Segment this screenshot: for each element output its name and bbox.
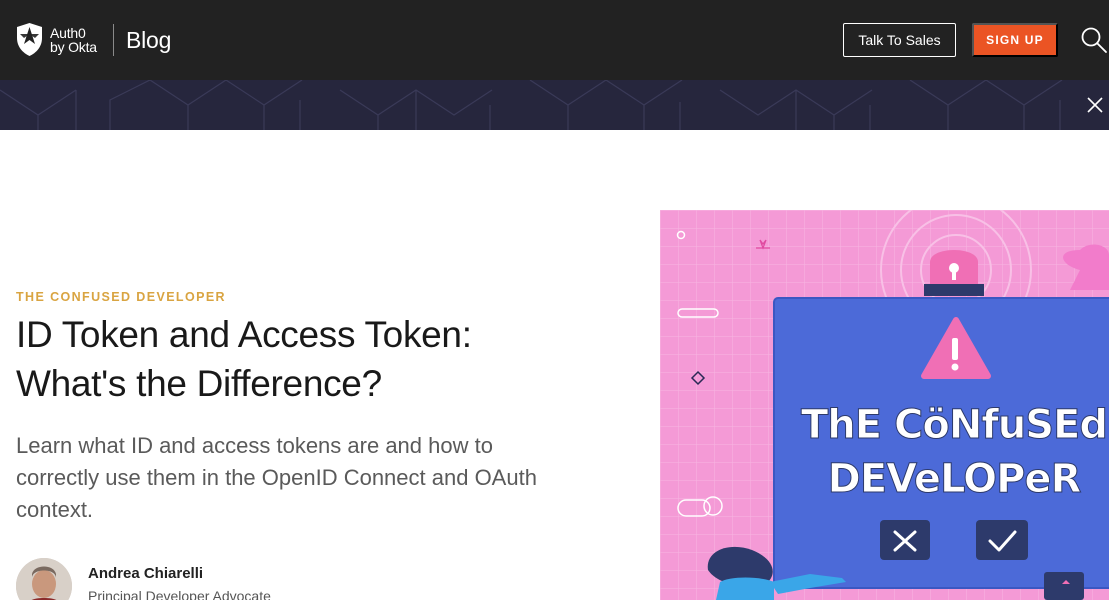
- hero-illustration: ThE CöNfuSEd DEVeLOPeR: [660, 210, 1109, 600]
- search-button[interactable]: [1080, 26, 1108, 54]
- logo-wordmark: Auth0 by Okta: [50, 26, 97, 54]
- article-title: ID Token and Access Token: What's the Di…: [16, 314, 472, 404]
- top-navigation: Auth0 by Okta Blog Talk To Sales SIGN UP: [0, 0, 1109, 80]
- hero-title-line-2: DEVeLOPeR: [828, 456, 1081, 502]
- banner-close-button[interactable]: [1085, 95, 1105, 115]
- close-icon: [1087, 97, 1103, 113]
- hero-title-line-1: ThE CöNfuSEd: [801, 402, 1107, 448]
- search-icon: [1081, 27, 1107, 53]
- author-avatar[interactable]: [16, 558, 72, 600]
- banner-pattern: [0, 80, 1063, 130]
- confused-developer-illustration: ThE CöNfuSEd DEVeLOPeR: [660, 210, 1109, 600]
- author-role: Principal Developer Advocate: [88, 588, 271, 600]
- author-photo: [16, 558, 72, 600]
- auth0-shield-icon: [17, 23, 42, 56]
- logo-line-2: by Okta: [50, 38, 97, 55]
- talk-to-sales-button[interactable]: Talk To Sales: [843, 23, 956, 57]
- blog-home-link[interactable]: Blog: [126, 27, 171, 54]
- sign-up-button[interactable]: SIGN UP: [972, 23, 1058, 57]
- logo-divider: [113, 24, 114, 56]
- auth0-logo-link[interactable]: Auth0 by Okta: [16, 23, 97, 56]
- author-name[interactable]: Andrea Chiarelli: [88, 565, 203, 582]
- article-subtitle: Learn what ID and access tokens are and …: [16, 433, 537, 522]
- article-category-link[interactable]: THE CONFUSED DEVELOPER: [16, 290, 226, 304]
- promo-banner: [0, 80, 1109, 130]
